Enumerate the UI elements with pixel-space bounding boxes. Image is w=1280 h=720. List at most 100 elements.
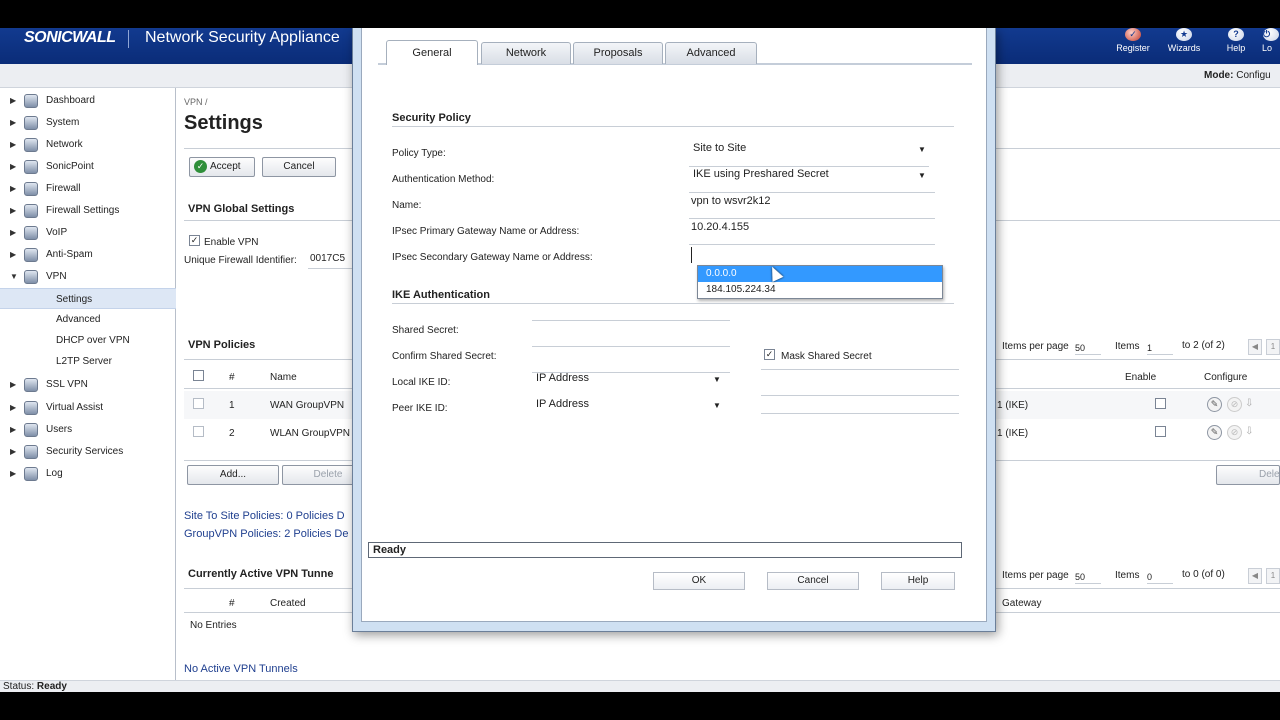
tunnels-prev-page-button[interactable]: ◀	[1248, 568, 1262, 584]
ok-button[interactable]: OK	[653, 572, 745, 590]
site-to-site-summary: Site To Site Policies: 0 Policies D	[184, 510, 345, 522]
auth-method-select[interactable]: IKE using Preshared Secret	[693, 168, 829, 180]
edit-icon[interactable]: ✎	[1207, 425, 1222, 440]
sidebar-item-network[interactable]: ▶ Network	[0, 134, 176, 156]
logout-button[interactable]: ⏻ Lo	[1262, 28, 1280, 53]
dialog-status-field: Ready	[368, 542, 962, 558]
enable-vpn-checkbox[interactable]: ✓	[189, 235, 200, 246]
secondary-gateway-input[interactable]	[691, 247, 935, 263]
dialog-help-button[interactable]: Help	[881, 572, 955, 590]
column-header-name[interactable]: Name	[270, 372, 297, 383]
row-enable-checkbox[interactable]	[1155, 426, 1166, 437]
tunnels-items-per-page-input[interactable]: 50	[1075, 566, 1101, 584]
items-per-page-input[interactable]: 50	[1075, 337, 1101, 355]
sonicpoint-icon	[24, 160, 38, 174]
sidebar-item-label: Anti-Spam	[46, 249, 93, 260]
dialog-cancel-button[interactable]: Cancel	[767, 572, 859, 590]
select-all-checkbox[interactable]	[193, 370, 204, 381]
breadcrumb[interactable]: VPN /	[184, 97, 208, 107]
download-icon[interactable]: ⇩	[1245, 398, 1253, 409]
expand-arrow-icon: ▶	[10, 118, 17, 127]
sidebar-subitem-label: Advanced	[56, 314, 101, 325]
sonicwall-logo: SONICWALL	[24, 29, 116, 46]
autocomplete-option[interactable]: 184.105.224.34	[698, 282, 942, 298]
delete-all-button[interactable]: Delete A	[1216, 465, 1280, 485]
sidebar-subitem-settings[interactable]: Settings	[0, 288, 176, 309]
mask-secret-checkbox[interactable]: ✓	[764, 349, 775, 360]
help-button[interactable]: ? Help	[1211, 28, 1261, 53]
sidebar-item-users[interactable]: ▶ Users	[0, 419, 176, 441]
sidebar-item-log[interactable]: ▶ Log	[0, 463, 176, 485]
sidebar-item-anti-spam[interactable]: ▶ Anti-Spam	[0, 244, 176, 266]
tab-network[interactable]: Network	[481, 42, 571, 64]
sidebar-item-label: Firewall	[46, 183, 81, 194]
sidebar-item-voip[interactable]: ▶ VoIP	[0, 222, 176, 244]
register-button[interactable]: ✓ Register	[1108, 28, 1158, 53]
dialog-tabstrip: General Network Proposals Advanced	[378, 40, 972, 65]
sidebar-item-firewall-settings[interactable]: ▶ Firewall Settings	[0, 200, 176, 222]
tab-proposals[interactable]: Proposals	[573, 42, 663, 64]
sidebar-item-system[interactable]: ▶ System	[0, 112, 176, 134]
edit-icon[interactable]: ✎	[1207, 397, 1222, 412]
sidebar-subitem-advanced[interactable]: Advanced	[0, 309, 176, 330]
row-checkbox[interactable]	[193, 398, 204, 409]
expand-arrow-icon: ▶	[10, 162, 17, 171]
mode-indicator[interactable]: Mode: Configu	[1204, 70, 1271, 81]
sidebar-subitem-l2tp-server[interactable]: L2TP Server	[0, 351, 176, 372]
autocomplete-option[interactable]: 0.0.0.0	[698, 266, 942, 282]
confirm-secret-input[interactable]	[532, 347, 730, 369]
cancel-button[interactable]: Cancel	[262, 157, 336, 177]
sidebar-item-ssl-vpn[interactable]: ▶ SSL VPN	[0, 374, 176, 396]
sidebar-item-vpn[interactable]: ▼ VPN	[0, 266, 176, 288]
sidebar-item-security-services[interactable]: ▶ Security Services	[0, 441, 176, 463]
anti-spam-icon	[24, 248, 38, 262]
row-enable-checkbox[interactable]	[1155, 398, 1166, 409]
row-checkbox[interactable]	[193, 426, 204, 437]
chevron-down-icon[interactable]: ▼	[918, 171, 926, 180]
divider	[761, 413, 959, 414]
page-number-button[interactable]: 1	[1266, 339, 1280, 355]
items-from-input[interactable]: 1	[1147, 337, 1173, 355]
autocomplete-dropdown: 0.0.0.0 184.105.224.34	[697, 265, 943, 299]
name-input[interactable]: vpn to wsvr2k12	[691, 195, 770, 207]
tab-general[interactable]: General	[386, 40, 478, 65]
sidebar-item-sonicpoint[interactable]: ▶ SonicPoint	[0, 156, 176, 178]
tab-advanced[interactable]: Advanced	[665, 42, 757, 64]
add-button[interactable]: Add...	[187, 465, 279, 485]
wizards-button[interactable]: ★ Wizards	[1159, 28, 1209, 53]
tunnels-page-number-button[interactable]: 1	[1266, 568, 1280, 584]
primary-gateway-label: IPsec Primary Gateway Name or Address:	[392, 226, 580, 237]
system-icon	[24, 116, 38, 130]
groupvpn-summary: GroupVPN Policies: 2 Policies De	[184, 528, 349, 540]
sidebar-subitem-dhcp-over-vpn[interactable]: DHCP over VPN	[0, 330, 176, 351]
policy-type-select[interactable]: Site to Site	[693, 142, 746, 154]
sidebar-subitem-label: Settings	[56, 294, 93, 305]
sidebar-item-label: Log	[46, 468, 63, 479]
items-per-page-label: Items per page	[1002, 341, 1069, 352]
tunnels-items-from-input[interactable]: 0	[1147, 566, 1173, 584]
reset-icon[interactable]: ⊘	[1227, 425, 1242, 440]
peer-ike-id-select[interactable]: IP Address	[536, 398, 589, 410]
ike-authentication-heading: IKE Authentication	[392, 289, 490, 301]
expand-arrow-icon: ▶	[10, 228, 17, 237]
ufi-field[interactable]: 0017C5	[308, 249, 358, 269]
tunnels-items-per-page-label: Items per page	[1002, 570, 1069, 581]
tunnels-column-gateway: Gateway	[1002, 598, 1042, 609]
chevron-down-icon[interactable]: ▼	[918, 145, 926, 154]
sidebar-item-dashboard[interactable]: ▶ Dashboard	[0, 90, 176, 112]
download-icon[interactable]: ⇩	[1245, 426, 1253, 437]
primary-gateway-input[interactable]: 10.20.4.155	[691, 221, 749, 233]
chevron-down-icon[interactable]: ▼	[713, 401, 721, 410]
tunnels-column-created[interactable]: Created	[270, 598, 306, 609]
sidebar-item-virtual-assist[interactable]: ▶ Virtual Assist	[0, 397, 176, 419]
page-title: Settings	[184, 112, 263, 134]
sidebar-item-firewall[interactable]: ▶ Firewall	[0, 178, 176, 200]
expand-arrow-icon: ▶	[10, 469, 17, 478]
reset-icon[interactable]: ⊘	[1227, 397, 1242, 412]
local-ike-id-select[interactable]: IP Address	[536, 372, 589, 384]
prev-page-button[interactable]: ◀	[1248, 339, 1262, 355]
accept-button[interactable]: ✓ Accept	[189, 157, 255, 177]
shared-secret-input[interactable]	[532, 321, 730, 343]
sidebar-item-label: System	[46, 117, 80, 128]
chevron-down-icon[interactable]: ▼	[713, 375, 721, 384]
